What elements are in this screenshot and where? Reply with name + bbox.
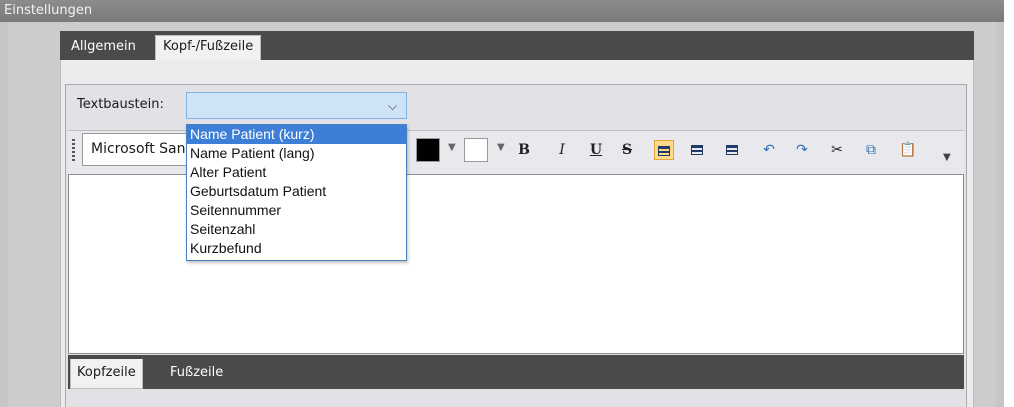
list-item[interactable]: Geburtsdatum Patient bbox=[187, 182, 406, 201]
textbaustein-dropdown-list[interactable]: Name Patient (kurz) Name Patient (lang) … bbox=[186, 124, 407, 261]
text-color-dropdown-icon[interactable]: ▼ bbox=[448, 142, 456, 153]
undo-icon[interactable]: ↶ bbox=[759, 140, 779, 160]
background-color-swatch[interactable] bbox=[464, 138, 488, 162]
settings-tabstrip: Allgemein Kopf-/Fußzeile bbox=[60, 31, 974, 62]
tab-allgemein[interactable]: Allgemein bbox=[64, 36, 143, 60]
list-item[interactable]: Seitenzahl bbox=[187, 220, 406, 239]
list-item[interactable]: Name Patient (lang) bbox=[187, 144, 406, 163]
window-titlebar: Einstellungen bbox=[0, 0, 1004, 22]
list-item[interactable]: Alter Patient bbox=[187, 163, 406, 182]
font-name-select[interactable]: Microsoft Sans Serif bbox=[82, 133, 202, 166]
bold-icon[interactable]: B bbox=[514, 140, 534, 160]
align-left-icon[interactable] bbox=[654, 140, 674, 160]
text-color-swatch[interactable] bbox=[416, 138, 440, 162]
tab-kopfzeile[interactable]: Kopfzeile bbox=[70, 359, 143, 389]
align-right-icon[interactable] bbox=[722, 140, 742, 160]
toolbar-grip-icon[interactable] bbox=[72, 139, 75, 163]
background-color-dropdown-icon[interactable]: ▼ bbox=[497, 142, 505, 153]
align-center-icon[interactable] bbox=[687, 140, 707, 160]
list-item[interactable]: Name Patient (kurz) bbox=[187, 125, 406, 144]
italic-icon[interactable]: I bbox=[552, 140, 572, 160]
header-footer-tabstrip: Kopfzeile Fußzeile bbox=[68, 355, 964, 389]
window-title: Einstellungen bbox=[4, 3, 93, 18]
tab-fusszeile[interactable]: Fußzeile bbox=[164, 359, 229, 389]
list-item[interactable]: Seitennummer bbox=[187, 201, 406, 220]
list-item[interactable]: Kurzbefund bbox=[187, 239, 406, 258]
textbaustein-combobox[interactable]: ⌵ bbox=[186, 92, 407, 119]
copy-icon[interactable]: ⧉ bbox=[861, 140, 881, 160]
strikethrough-icon[interactable]: S bbox=[617, 140, 637, 160]
chevron-down-icon[interactable]: ⌵ bbox=[388, 99, 398, 113]
textbaustein-label: Textbaustein: bbox=[77, 97, 164, 112]
redo-icon[interactable]: ↷ bbox=[792, 140, 812, 160]
paste-icon[interactable]: 📋 bbox=[898, 140, 918, 160]
tab-kopf-fusszeile[interactable]: Kopf-/Fußzeile bbox=[155, 35, 262, 62]
cut-icon[interactable]: ✂ bbox=[827, 140, 847, 160]
underline-icon[interactable]: U bbox=[586, 140, 606, 160]
toolbar-overflow-icon[interactable]: ▼ bbox=[943, 152, 951, 163]
